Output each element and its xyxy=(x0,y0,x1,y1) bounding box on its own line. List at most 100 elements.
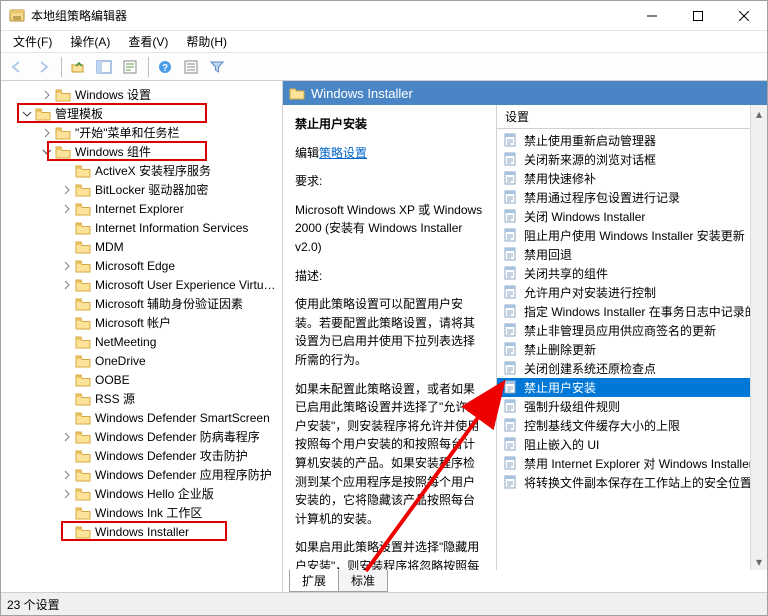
scrollbar[interactable]: ▴ ▾ xyxy=(750,105,767,570)
back-button[interactable] xyxy=(5,56,29,78)
tab-standard[interactable]: 标准 xyxy=(338,570,388,592)
properties-button[interactable] xyxy=(118,56,142,78)
filter-button[interactable] xyxy=(205,56,229,78)
tree-item[interactable]: Windows Hello 企业版 xyxy=(1,484,282,503)
menu-file[interactable]: 文件(F) xyxy=(5,31,60,52)
expander-icon[interactable] xyxy=(61,279,73,291)
tree-item[interactable]: MDM xyxy=(1,237,282,256)
policy-item[interactable]: 指定 Windows Installer 在事务日志中记录的事件类型 xyxy=(497,302,767,321)
tree-item[interactable]: Microsoft 辅助身份验证因素 xyxy=(1,294,282,313)
menu-help[interactable]: 帮助(H) xyxy=(178,31,235,52)
tree-item-label: RSS 源 xyxy=(95,390,135,407)
expander-icon[interactable] xyxy=(41,127,53,139)
tree-item[interactable]: Windows Defender SmartScreen xyxy=(1,408,282,427)
policy-icon xyxy=(503,361,519,377)
description-p2: 如果未配置此策略设置，或者如果已启用此策略设置并选择了"允许用户安装"，则安装程… xyxy=(295,380,484,529)
tree-item[interactable]: Windows 组件 xyxy=(1,142,282,161)
tree-item[interactable]: Windows Defender 应用程序防护 xyxy=(1,465,282,484)
policy-item[interactable]: 关闭共享的组件 xyxy=(497,264,767,283)
expander-icon[interactable] xyxy=(41,89,53,101)
expander-icon[interactable] xyxy=(61,431,73,443)
policy-item[interactable]: 关闭新来源的浏览对话框 xyxy=(497,150,767,169)
maximize-button[interactable] xyxy=(675,1,721,30)
expander-icon[interactable] xyxy=(61,469,73,481)
tree-item[interactable]: Microsoft User Experience Virtualization xyxy=(1,275,282,294)
tree-item[interactable]: 管理模板 xyxy=(1,104,282,123)
policy-label: 允许用户对安装进行控制 xyxy=(524,284,656,301)
policy-icon xyxy=(503,304,519,320)
tab-extended[interactable]: 扩展 xyxy=(289,569,339,592)
close-button[interactable] xyxy=(721,1,767,30)
tree[interactable]: Windows 设置管理模板"开始"菜单和任务栏Windows 组件Active… xyxy=(1,81,282,592)
expander-icon[interactable] xyxy=(61,412,73,424)
tree-item[interactable]: RSS 源 xyxy=(1,389,282,408)
expander-icon[interactable] xyxy=(61,184,73,196)
policy-item[interactable]: 允许用户对安装进行控制 xyxy=(497,283,767,302)
edit-policy-link[interactable]: 策略设置 xyxy=(319,146,367,160)
tree-item[interactable]: Windows Ink 工作区 xyxy=(1,503,282,522)
policy-item[interactable]: 禁用通过程序包设置进行记录 xyxy=(497,188,767,207)
tree-item[interactable]: Windows Defender 防病毒程序 xyxy=(1,427,282,446)
policy-item[interactable]: 禁止用户安装 xyxy=(497,378,767,397)
tree-item[interactable]: ActiveX 安装程序服务 xyxy=(1,161,282,180)
menu-view[interactable]: 查看(V) xyxy=(120,31,176,52)
tree-item[interactable]: OOBE xyxy=(1,370,282,389)
minimize-button[interactable] xyxy=(629,1,675,30)
description-p1: 使用此策略设置可以配置用户安装。若要配置此策略设置，请将其设置为已启用并使用下拉… xyxy=(295,295,484,369)
up-button[interactable] xyxy=(66,56,90,78)
expander-icon[interactable] xyxy=(61,241,73,253)
policy-item[interactable]: 将转换文件副本保存在工作站上的安全位置 xyxy=(497,473,767,492)
expander-icon[interactable] xyxy=(21,108,33,120)
folder-icon xyxy=(75,506,91,520)
expander-icon[interactable] xyxy=(61,355,73,367)
list-column-header[interactable]: 设置 xyxy=(497,105,767,129)
folder-icon xyxy=(75,525,91,539)
tree-item[interactable]: NetMeeting xyxy=(1,332,282,351)
expander-icon[interactable] xyxy=(61,203,73,215)
show-hide-tree-button[interactable] xyxy=(92,56,116,78)
menu-action[interactable]: 操作(A) xyxy=(62,31,118,52)
expander-icon[interactable] xyxy=(41,146,53,158)
help-button[interactable]: ? xyxy=(153,56,177,78)
scroll-up-icon[interactable]: ▴ xyxy=(751,105,767,122)
policy-item[interactable]: 控制基线文件缓存大小的上限 xyxy=(497,416,767,435)
tree-item[interactable]: Windows Defender 攻击防护 xyxy=(1,446,282,465)
policy-item[interactable]: 禁止非管理员应用供应商签名的更新 xyxy=(497,321,767,340)
policy-item[interactable]: 强制升级组件规则 xyxy=(497,397,767,416)
settings-list[interactable]: 禁止使用重新启动管理器关闭新来源的浏览对话框禁用快速修补禁用通过程序包设置进行记… xyxy=(497,129,767,570)
tree-item[interactable]: Microsoft Edge xyxy=(1,256,282,275)
forward-button[interactable] xyxy=(31,56,55,78)
expander-icon[interactable] xyxy=(61,298,73,310)
tree-item[interactable]: Internet Explorer xyxy=(1,199,282,218)
tree-item[interactable]: Microsoft 帐户 xyxy=(1,313,282,332)
expander-icon[interactable] xyxy=(61,393,73,405)
expander-icon[interactable] xyxy=(61,222,73,234)
expander-icon[interactable] xyxy=(61,336,73,348)
tree-item[interactable]: Internet Information Services xyxy=(1,218,282,237)
policy-item[interactable]: 阻止用户使用 Windows Installer 安装更新 xyxy=(497,226,767,245)
tree-item[interactable]: OneDrive xyxy=(1,351,282,370)
policy-item[interactable]: 禁用快速修补 xyxy=(497,169,767,188)
tree-item[interactable]: Windows 设置 xyxy=(1,85,282,104)
policy-item[interactable]: 关闭 Windows Installer xyxy=(497,207,767,226)
policy-item[interactable]: 禁止删除更新 xyxy=(497,340,767,359)
expander-icon[interactable] xyxy=(61,488,73,500)
expander-icon[interactable] xyxy=(61,450,73,462)
expander-icon[interactable] xyxy=(61,260,73,272)
expander-icon[interactable] xyxy=(61,526,73,538)
policy-item[interactable]: 禁止使用重新启动管理器 xyxy=(497,131,767,150)
scroll-down-icon[interactable]: ▾ xyxy=(751,553,767,570)
expander-icon[interactable] xyxy=(61,507,73,519)
expander-icon[interactable] xyxy=(61,317,73,329)
tree-item-label: Microsoft Edge xyxy=(95,259,175,273)
expander-icon[interactable] xyxy=(61,374,73,386)
tree-item[interactable]: BitLocker 驱动器加密 xyxy=(1,180,282,199)
expander-icon[interactable] xyxy=(61,165,73,177)
policy-item[interactable]: 关闭创建系统还原检查点 xyxy=(497,359,767,378)
options-button[interactable] xyxy=(179,56,203,78)
policy-item[interactable]: 禁用回退 xyxy=(497,245,767,264)
policy-item[interactable]: 禁用 Internet Explorer 对 Windows Installer… xyxy=(497,454,767,473)
tree-item[interactable]: "开始"菜单和任务栏 xyxy=(1,123,282,142)
policy-item[interactable]: 阻止嵌入的 UI xyxy=(497,435,767,454)
tree-item[interactable]: Windows Installer xyxy=(1,522,282,541)
